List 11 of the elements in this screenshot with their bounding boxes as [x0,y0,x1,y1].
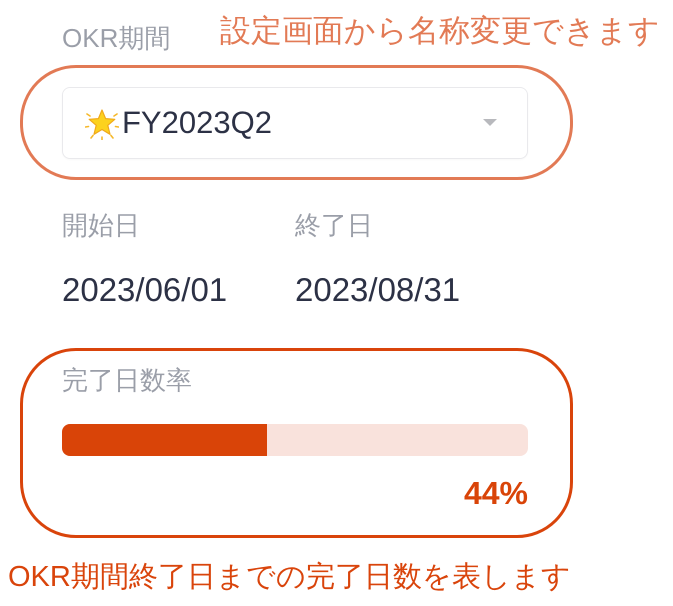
callout-note: OKR期間終了日までの完了日数を表します [8,560,571,595]
date-value: 2023/06/01 [62,270,228,310]
period-select[interactable]: FY2023Q2 [62,86,528,158]
percent-reading: 44% [464,474,528,512]
field-label: OKR期間 [62,22,170,54]
date-label: 開始日 [62,209,140,241]
date-value: 2023/08/31 [295,270,460,310]
caret-icon [483,119,497,126]
date-label: 終了日 [295,209,373,241]
callout-note: 設定画面から名称変更できます [220,12,660,49]
field-label: 完了日数率 [62,364,192,396]
